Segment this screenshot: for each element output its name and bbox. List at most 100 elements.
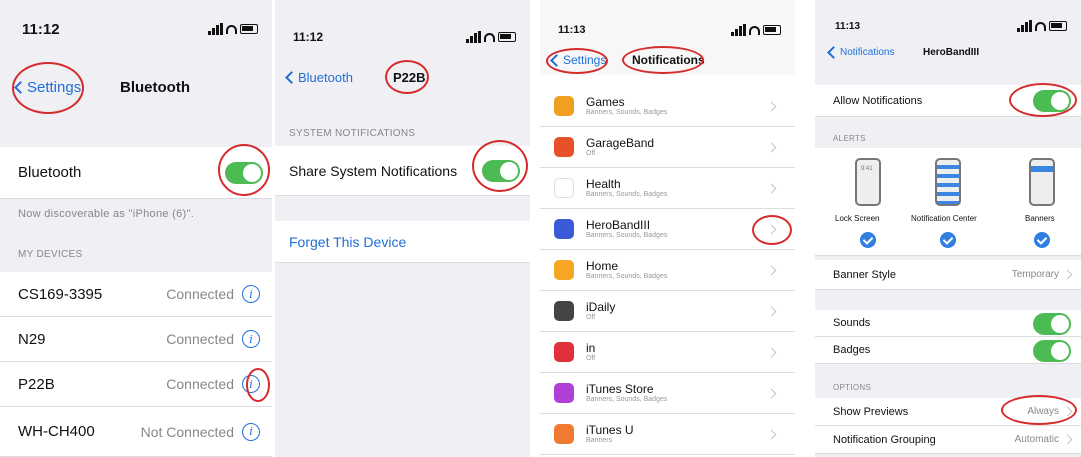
annotation-circle [622,46,704,74]
info-icon[interactable]: i [242,330,260,348]
device-status: Not Connected [140,423,234,440]
app-name: iTunes Store [586,381,654,396]
status-icons [1017,20,1067,32]
signal-icon [731,24,746,36]
app-row[interactable]: iTunes Store Banners, Sounds, Badges [540,373,795,414]
app-name: Health [586,176,621,191]
battery-icon [1049,21,1067,31]
battery-icon [498,32,516,42]
status-time: 11:13 [558,24,586,36]
notification-center-preview[interactable] [935,158,961,206]
app-subtitle: Banners, Sounds, Badges [586,396,668,403]
app-text: GarageBand Off [586,136,654,159]
banner-style-label: Banner Style [833,268,896,281]
app-subtitle: Off [586,150,596,157]
app-notification-settings-panel: 11:13 Notifications HeroBandIII Allow No… [815,0,1081,457]
allow-label: Allow Notifications [833,94,923,107]
info-icon[interactable]: i [242,422,260,441]
notification-center-label: Notification Center [911,214,977,223]
status-icons [466,31,516,43]
discoverable-text: Now discoverable as "iPhone (6)". [18,208,195,220]
app-name: Home [586,258,619,273]
badges-label: Badges [833,344,871,356]
app-subtitle: Banners [586,437,613,444]
banner-style-value: Temporary [1011,269,1059,280]
device-name: N29 [18,330,46,348]
sounds-toggle[interactable] [1033,313,1071,335]
app-row[interactable]: iDaily Off [540,291,795,332]
app-icon [554,260,574,280]
annotation-circle [218,144,270,196]
status-icons [731,24,781,36]
app-text: iDaily Off [586,300,615,323]
back-button[interactable]: Bluetooth [285,70,353,85]
bluetooth-label: Bluetooth [18,164,82,181]
phone-time: 9:41 [861,166,873,172]
nav-bar: Notifications HeroBandIII [815,40,1081,64]
annotation-circle [472,140,528,192]
app-text: in Off [586,341,595,364]
device-row[interactable]: WH-CH400 Not Connected i [0,407,272,457]
app-row[interactable]: Home Banners, Sounds, Badges [540,250,795,291]
back-label: Notifications [840,46,895,58]
device-row[interactable]: CS169-3395 Connected i [0,272,272,317]
wifi-icon [226,24,237,34]
signal-icon [1017,20,1032,32]
app-row[interactable]: GarageBand Off [540,127,795,168]
lock-screen-check-icon[interactable] [860,232,876,248]
app-row[interactable]: Games Banners, Sounds, Badges [540,86,795,127]
battery-icon [763,25,781,35]
annotation-circle [12,62,84,114]
app-icon [554,219,574,239]
page-title: Bluetooth [120,78,190,96]
chevron-right-icon [766,429,777,439]
status-icons [208,23,258,35]
app-row[interactable]: iTunes U Banners [540,414,795,455]
forget-label: Forget This Device [289,233,407,250]
device-name: P22B [18,375,55,393]
my-devices-header: MY DEVICES [18,249,83,260]
chevron-right-icon [766,347,777,357]
app-text: Home Banners, Sounds, Badges [586,259,667,282]
info-icon[interactable]: i [242,285,260,303]
status-time: 11:12 [22,20,60,38]
badges-row: Badges [815,337,1081,364]
badges-toggle[interactable] [1033,340,1071,362]
app-row[interactable]: in Off [540,332,795,373]
app-subtitle: Off [586,314,596,321]
banners-check-icon[interactable] [1034,232,1050,248]
chevron-right-icon [766,265,777,275]
annotation-circle [385,60,429,94]
section-header: SYSTEM NOTIFICATIONS [289,128,416,139]
app-name: iDaily [586,299,616,314]
app-icon [554,424,574,444]
app-name: Games [586,94,625,109]
lock-screen-preview[interactable]: 9:41 [855,158,881,206]
sounds-row: Sounds [815,310,1081,337]
app-subtitle: Banners, Sounds, Badges [586,109,668,116]
app-subtitle: Off [586,355,596,362]
app-text: Health Banners, Sounds, Badges [586,177,667,200]
status-time: 11:13 [835,20,861,32]
app-text: HeroBandIII Banners, Sounds, Badges [586,218,667,241]
device-row[interactable]: N29 Connected i [0,317,272,362]
notification-center-check-icon[interactable] [940,232,956,248]
banners-preview[interactable] [1029,158,1055,206]
annotation-circle [1009,83,1077,117]
device-status: Connected [166,376,234,392]
app-icon [554,301,574,321]
chevron-right-icon [766,142,777,152]
forget-device-row[interactable]: Forget This Device [275,221,530,263]
chevron-right-icon [766,183,777,193]
app-name: GarageBand [586,135,655,150]
app-text: iTunes U Banners [586,423,634,446]
app-subtitle: Banners, Sounds, Badges [586,273,668,280]
app-name: iTunes U [586,422,634,437]
back-button[interactable]: Notifications [827,45,895,59]
chevron-right-icon [1062,269,1073,280]
device-row[interactable]: P22B Connected i [0,362,272,407]
page-title: HeroBandIII [923,46,980,58]
app-row[interactable]: Health Banners, Sounds, Badges [540,168,795,209]
grouping-row[interactable]: Notification Grouping Automatic [815,426,1081,454]
banner-style-row[interactable]: Banner Style Temporary [815,260,1081,290]
